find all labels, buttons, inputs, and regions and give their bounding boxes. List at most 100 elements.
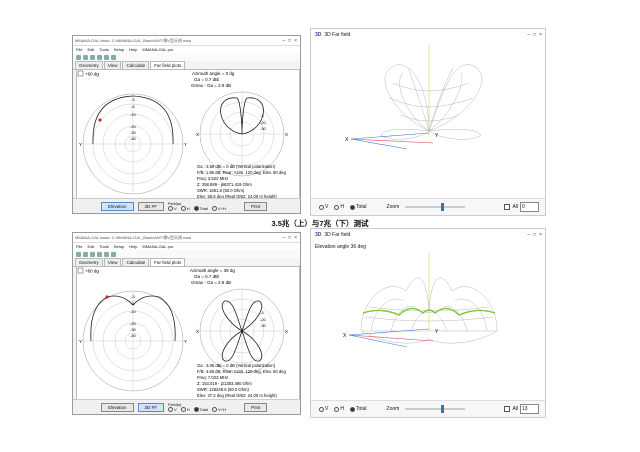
print-button[interactable]: Print [243, 201, 268, 211]
polar-plots: +60 dg Azimuth angle = 0 dg Ga = 0.7 dBi… [77, 70, 288, 199]
angle-spinner[interactable]: 13 [520, 404, 539, 414]
new-file-icon[interactable] [76, 251, 81, 257]
tab-far-field-plots[interactable]: Far field plots [150, 258, 186, 266]
zoom-slider[interactable] [405, 405, 466, 413]
elevation-button[interactable]: Elevation [101, 201, 134, 211]
window-title: MMANA-GAL basic: C:\MMANA-GAL_Basic\ANT\… [75, 37, 191, 43]
calc-icon[interactable] [104, 54, 109, 60]
ff-titlebar: 3D 3D Far field – □ × [311, 229, 545, 241]
print-button[interactable]: Print [243, 402, 268, 412]
menu-setup[interactable]: Setup [114, 47, 124, 52]
radio-v[interactable]: V [319, 406, 328, 412]
tab-geometry[interactable]: Geometry [75, 258, 103, 266]
right-lobe [428, 64, 482, 132]
radio-total[interactable]: Total [349, 406, 367, 412]
close-icon[interactable]: × [294, 235, 297, 241]
radio-h[interactable]: H [334, 406, 344, 412]
tab-view[interactable]: View [103, 258, 122, 266]
radio-total[interactable]: Total [193, 407, 208, 412]
radio-dot [319, 204, 324, 210]
ff-bottom-bar: V H Total Zoom All 0 [311, 198, 545, 215]
open-file-icon[interactable] [83, 251, 88, 257]
3d-ff-button[interactable]: 3D FF [137, 201, 165, 211]
elevation-button[interactable]: Elevation [101, 402, 134, 412]
menu-help[interactable]: Help [129, 47, 137, 52]
plus60-checkbox[interactable] [77, 267, 84, 274]
menu-setup[interactable]: Setup [114, 244, 124, 249]
maximize-icon[interactable]: □ [288, 235, 291, 241]
3d-badge: 3D [315, 232, 322, 238]
minimize-icon[interactable]: – [282, 38, 285, 44]
info-line: Elev: 37.2 deg (Real GND: 24.00 m height… [197, 393, 277, 398]
tick-label: -20 [260, 317, 267, 322]
checkbox-label: +60 dg [85, 269, 99, 274]
tab-geometry[interactable]: Geometry [75, 61, 103, 69]
tab-far-field-plots[interactable]: Far field plots [150, 61, 186, 69]
zoom-thumb[interactable] [441, 405, 445, 413]
all-checkbox[interactable] [504, 204, 511, 210]
maximize-icon[interactable]: □ [288, 38, 291, 44]
minimize-icon[interactable]: – [282, 235, 285, 241]
axis-y-label: Y [79, 142, 82, 147]
3d-ff-button[interactable]: 3D FF [137, 402, 165, 412]
lobe-meridians [399, 67, 463, 132]
radio-h[interactable]: H [334, 204, 344, 210]
maximize-icon[interactable]: □ [533, 32, 536, 38]
new-file-icon[interactable] [76, 54, 81, 60]
print-icon[interactable] [97, 251, 102, 257]
left-lobe [384, 64, 430, 132]
zoom-icon[interactable] [111, 251, 116, 257]
zoom-slider[interactable] [405, 203, 466, 211]
radio-vh[interactable]: V+H [212, 407, 226, 412]
close-icon[interactable]: × [294, 38, 297, 44]
close-icon[interactable]: × [539, 232, 542, 238]
radio-v[interactable]: V [319, 204, 328, 210]
tick-label: -20 [260, 120, 267, 125]
tab-calculate[interactable]: Calculate [122, 258, 150, 266]
menu-tools[interactable]: Tools [99, 47, 108, 52]
zoom-thumb[interactable] [441, 203, 445, 211]
menu-file[interactable]: File [76, 47, 82, 52]
axis-x-label: X [343, 333, 347, 339]
radio-h[interactable]: H [180, 407, 190, 412]
radio-label: V [325, 406, 329, 412]
calc-icon[interactable] [104, 251, 109, 257]
angle-spinner[interactable]: 0 [520, 202, 539, 212]
menu-pro[interactable]: MMANA-GAL pro [142, 244, 173, 249]
menu-edit[interactable]: Edit [87, 244, 94, 249]
polar-plots: +60 dg Azimuth angle = 39 dg Ga = 0.7 dB… [77, 267, 288, 398]
radio-vh[interactable]: V+H [212, 206, 226, 211]
tick-label: -30 [130, 327, 137, 332]
all-checkbox[interactable] [504, 406, 511, 412]
close-icon[interactable]: × [539, 32, 542, 38]
radio-v[interactable]: V [168, 407, 177, 412]
radio-dot [212, 206, 218, 211]
tab-view[interactable]: View [103, 61, 122, 69]
menu-edit[interactable]: Edit [87, 47, 94, 52]
radio-total[interactable]: Total [349, 204, 367, 210]
menu-tools[interactable]: Tools [99, 244, 108, 249]
radio-dot [212, 407, 218, 412]
radio-h[interactable]: H [180, 206, 190, 211]
minimize-icon[interactable]: – [527, 232, 530, 238]
ga-label: Ga = 0.7 dBi [194, 274, 219, 279]
tick-label: -40 [130, 333, 137, 338]
save-file-icon[interactable] [90, 251, 95, 257]
open-file-icon[interactable] [83, 54, 88, 60]
ff-title: 3D Far field [324, 32, 351, 38]
info-line: Z: 153.019 - j21383.480 Ohm [197, 381, 252, 386]
plus60-checkbox[interactable] [77, 70, 84, 77]
menu-file[interactable]: File [76, 244, 82, 249]
print-icon[interactable] [97, 54, 102, 60]
minimize-icon[interactable]: – [527, 32, 530, 38]
save-file-icon[interactable] [90, 54, 95, 60]
menu-pro[interactable]: MMANA-GAL pro [142, 47, 173, 52]
tab-calculate[interactable]: Calculate [122, 61, 150, 69]
radio-total[interactable]: Total [193, 206, 208, 211]
radio-v[interactable]: V [168, 206, 177, 211]
ff-titlebar: 3D 3D Far field – □ × [311, 29, 545, 41]
far-field-plot-area: +60 dg Azimuth angle = 0 dg Ga = 0.7 dBi… [76, 69, 300, 203]
zoom-icon[interactable] [111, 54, 116, 60]
maximize-icon[interactable]: □ [533, 232, 536, 238]
menu-help[interactable]: Help [129, 244, 137, 249]
